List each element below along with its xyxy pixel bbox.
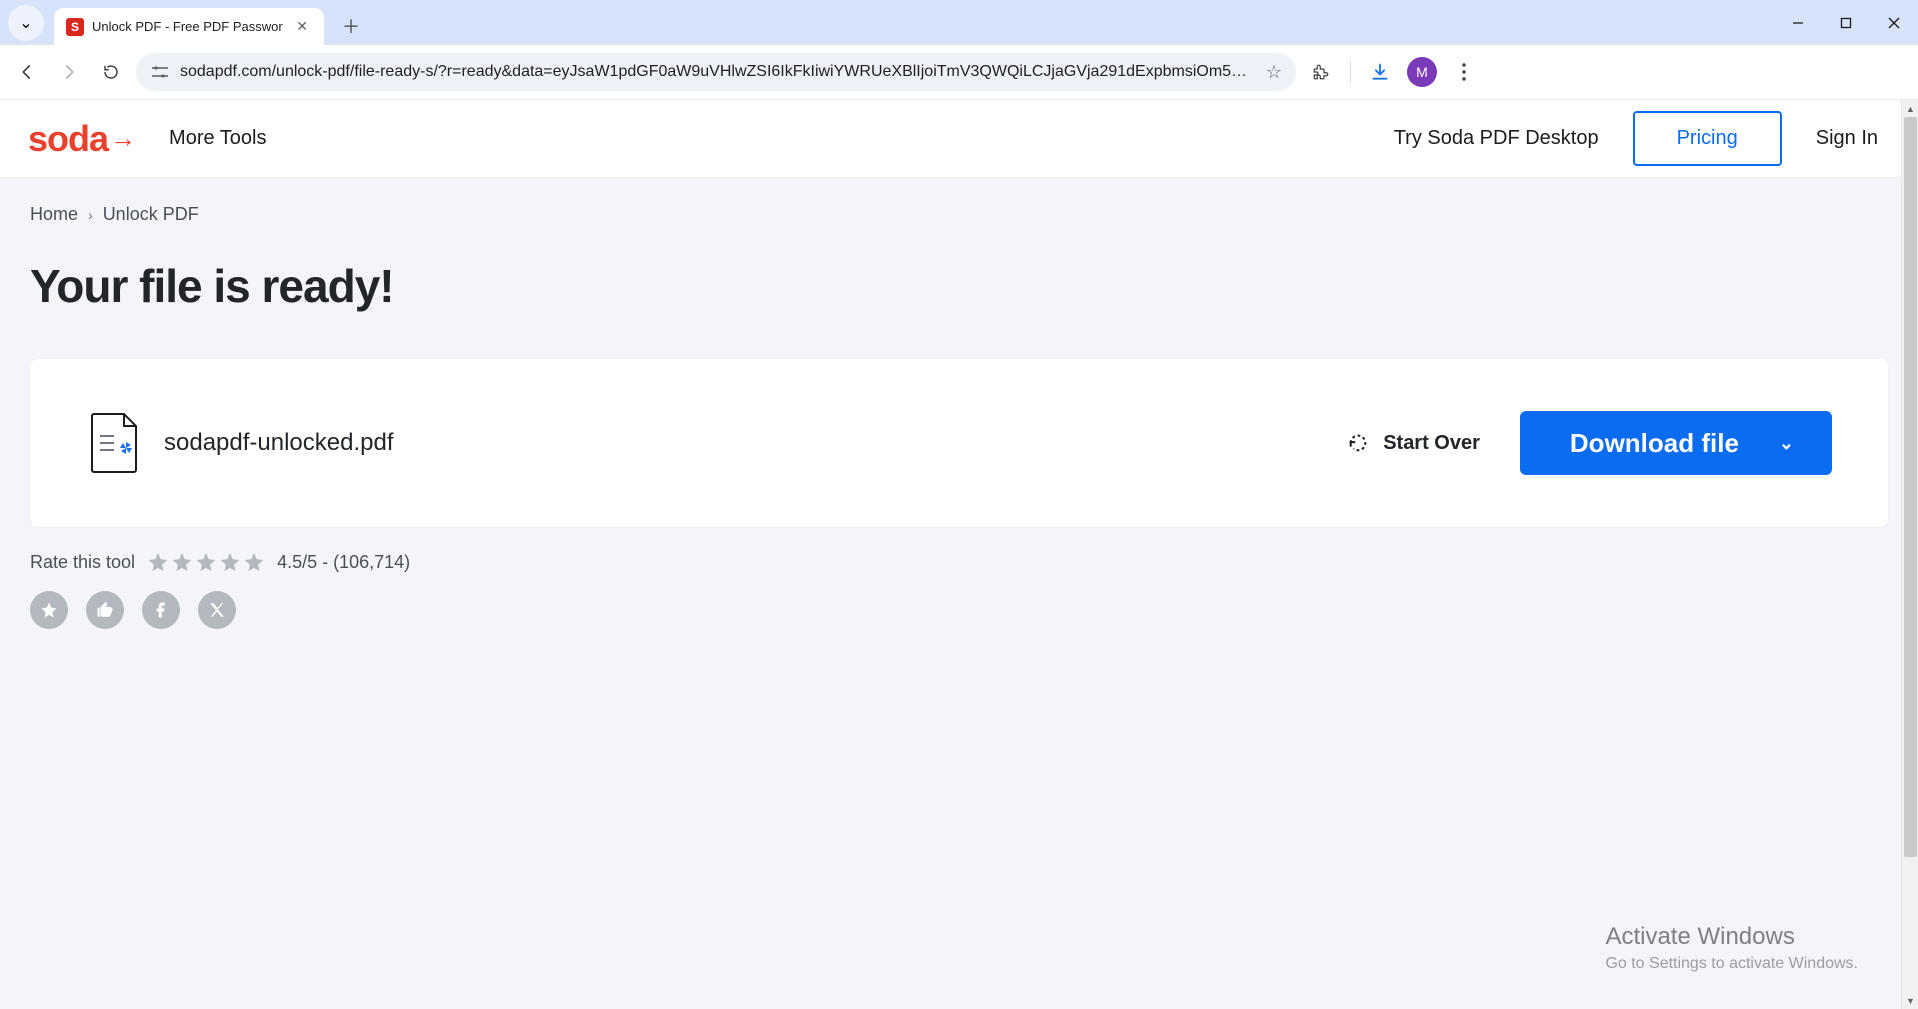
star-icon: [40, 601, 58, 619]
minimize-icon: [1792, 17, 1804, 29]
browser-toolbar: sodapdf.com/unlock-pdf/file-ready-s/?r=r…: [0, 45, 1918, 100]
close-icon: [1888, 17, 1900, 29]
windows-activation-watermark: Activate Windows Go to Settings to activ…: [1605, 923, 1858, 973]
vertical-scrollbar[interactable]: ▲ ▼: [1901, 100, 1918, 1009]
close-tab-icon[interactable]: ✕: [292, 16, 312, 37]
back-button[interactable]: [10, 55, 44, 89]
window-close-button[interactable]: [1870, 0, 1918, 45]
watermark-title: Activate Windows: [1605, 923, 1858, 951]
star-icon[interactable]: [219, 551, 241, 573]
share-x-button[interactable]: [198, 591, 236, 629]
window-maximize-button[interactable]: [1822, 0, 1870, 45]
download-icon: [1370, 62, 1390, 82]
scroll-down-arrow-icon[interactable]: ▼: [1902, 992, 1918, 1009]
undo-icon: [1347, 432, 1369, 454]
page-title: Your file is ready!: [30, 259, 1888, 313]
rating-score: 4.5/5 - (106,714): [277, 552, 410, 573]
breadcrumb-current: Unlock PDF: [103, 204, 199, 225]
tab-search-button[interactable]: ⌄: [8, 5, 44, 41]
browser-menu-button[interactable]: [1447, 55, 1481, 89]
profile-avatar: M: [1407, 57, 1437, 87]
window-controls: [1774, 0, 1918, 45]
facebook-icon: [152, 601, 170, 619]
reload-button[interactable]: [94, 55, 128, 89]
star-icon[interactable]: [147, 551, 169, 573]
star-icon[interactable]: [243, 551, 265, 573]
window-minimize-button[interactable]: [1774, 0, 1822, 45]
new-tab-button[interactable]: ＋: [336, 11, 366, 41]
start-over-label: Start Over: [1383, 432, 1480, 455]
rating-label: Rate this tool: [30, 552, 135, 573]
x-twitter-icon: [208, 601, 226, 619]
profile-button[interactable]: M: [1405, 55, 1439, 89]
try-desktop-link[interactable]: Try Soda PDF Desktop: [1394, 127, 1599, 150]
chevron-right-icon: ›: [88, 207, 93, 223]
chevron-down-icon: ⌄: [1779, 433, 1794, 454]
watermark-subtitle: Go to Settings to activate Windows.: [1605, 955, 1858, 973]
tab-title: Unlock PDF - Free PDF Passwor: [92, 19, 284, 34]
browser-chrome: ⌄ S Unlock PDF - Free PDF Passwor ✕ ＋: [0, 0, 1918, 100]
tab-strip: ⌄ S Unlock PDF - Free PDF Passwor ✕ ＋: [0, 0, 1918, 45]
share-favorite-button[interactable]: [30, 591, 68, 629]
share-row: [30, 591, 1888, 629]
breadcrumb: Home › Unlock PDF: [30, 204, 1888, 225]
bookmark-star-icon[interactable]: ☆: [1266, 62, 1282, 83]
file-name: sodapdf-unlocked.pdf: [164, 429, 394, 457]
star-icon[interactable]: [195, 551, 217, 573]
pricing-button[interactable]: Pricing: [1633, 111, 1782, 166]
rating-row: Rate this tool 4.5/5 - (106,714): [30, 551, 1888, 573]
arrow-left-icon: [18, 63, 36, 81]
toolbar-divider: [1350, 61, 1351, 83]
arrow-right-icon: [60, 63, 78, 81]
scroll-up-arrow-icon[interactable]: ▲: [1902, 100, 1918, 117]
page-body: Home › Unlock PDF Your file is ready! so…: [0, 178, 1918, 629]
scroll-thumb[interactable]: [1904, 117, 1917, 857]
page-viewport: soda→ More Tools Try Soda PDF Desktop Pr…: [0, 100, 1918, 1009]
site-settings-icon[interactable]: [150, 63, 170, 81]
address-bar[interactable]: sodapdf.com/unlock-pdf/file-ready-s/?r=r…: [136, 53, 1296, 91]
maximize-icon: [1840, 17, 1852, 29]
logo-text: soda: [28, 118, 108, 160]
arrow-right-icon: →: [110, 123, 135, 154]
kebab-menu-icon: [1462, 63, 1466, 81]
download-file-button[interactable]: Download file ⌄: [1520, 411, 1832, 475]
file-ready-card: sodapdf-unlocked.pdf Start Over Download…: [30, 359, 1888, 527]
share-like-button[interactable]: [86, 591, 124, 629]
share-facebook-button[interactable]: [142, 591, 180, 629]
extensions-button[interactable]: [1304, 55, 1338, 89]
sign-in-link[interactable]: Sign In: [1816, 127, 1878, 150]
downloads-button[interactable]: [1363, 55, 1397, 89]
url-text: sodapdf.com/unlock-pdf/file-ready-s/?r=r…: [180, 63, 1256, 81]
download-label: Download file: [1570, 428, 1739, 459]
site-header: soda→ More Tools Try Soda PDF Desktop Pr…: [0, 100, 1918, 178]
breadcrumb-home[interactable]: Home: [30, 204, 78, 225]
forward-button: [52, 55, 86, 89]
reload-icon: [102, 63, 120, 81]
thumbs-up-icon: [96, 601, 114, 619]
rating-stars[interactable]: [147, 551, 265, 573]
pdf-file-icon: [86, 412, 140, 474]
tab-favicon: S: [66, 18, 84, 36]
puzzle-icon: [1312, 63, 1330, 81]
browser-tab[interactable]: S Unlock PDF - Free PDF Passwor ✕: [54, 8, 324, 45]
more-tools-link[interactable]: More Tools: [169, 127, 266, 150]
star-icon[interactable]: [171, 551, 193, 573]
chevron-down-icon: ⌄: [19, 13, 32, 33]
soda-logo[interactable]: soda→: [28, 118, 135, 160]
start-over-button[interactable]: Start Over: [1347, 432, 1480, 455]
